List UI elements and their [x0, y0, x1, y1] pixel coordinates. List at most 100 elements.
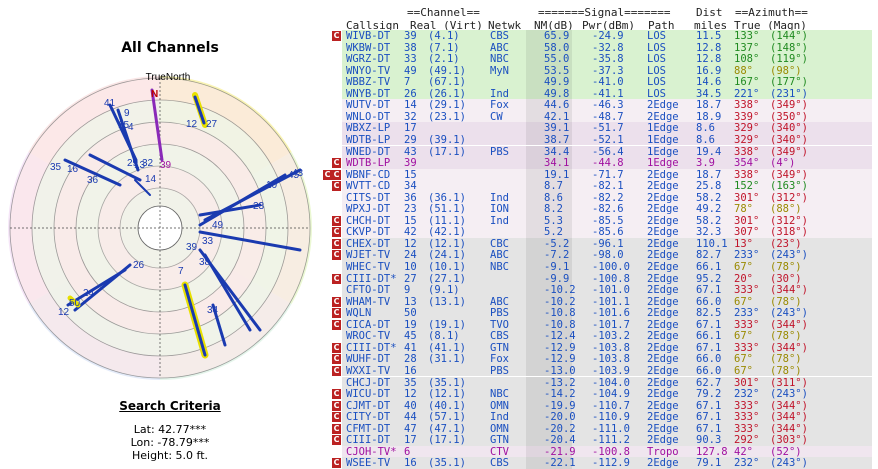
c-badge-icon[interactable]: C: [332, 215, 341, 226]
polar-label: 14: [145, 174, 157, 185]
cell-nm: 44.6: [544, 99, 570, 112]
c-badge-icon[interactable]: C: [332, 435, 341, 446]
table-row[interactable]: CFTO-DT 9 (9.1) -10.2 -101.0 2Edge 67.1 333° (34…: [330, 284, 878, 296]
c-badge-icon[interactable]: C: [332, 458, 341, 469]
table-row[interactable]: C WICU-DT 12 (12.1) NBC -14.2 -104.9 2Edge 79.2 2…: [330, 388, 878, 400]
c-badge-icon[interactable]: C: [332, 400, 341, 411]
cell-nm: 34.4: [544, 145, 570, 158]
table-row[interactable]: WNLO-DT 32 (23.1) CW 42.1 -48.7 2Edge 18.9 339° (…: [330, 110, 878, 123]
cell-path: 2Edge: [647, 203, 679, 216]
table-row[interactable]: CJOH-TV* 6 CTV -21.9 -100.8 Tropo 127.8 42° (52°…: [330, 445, 878, 458]
cell-call: WHEC-TV: [346, 261, 391, 273]
table-row[interactable]: WNED-DT 43 (17.1) PBS 34.4 -56.4 1Edge 19.4 338°…: [330, 145, 878, 158]
table-row[interactable]: C CIII-DT 17 (17.1) GTN -20.4 -111.2 2Edge 90.3 2…: [330, 434, 878, 446]
cell-pwr: -103.2: [592, 330, 630, 343]
cell-dist: 58.2: [696, 191, 722, 204]
table-row[interactable]: WKBW-DT 38 (7.1) ABC 58.0 -32.8 LOS 12.8 137° (14…: [330, 41, 878, 54]
table-row[interactable]: C WXXI-TV 16 PBS -13.0 -103.9 2Edge 66.0 67° (78°…: [330, 364, 878, 377]
c-badge-icon[interactable]: C: [332, 354, 341, 365]
c-badge-icon[interactable]: C: [332, 273, 341, 284]
c-badge-icon[interactable]: C: [332, 308, 341, 319]
c-badge-icon[interactable]: C: [332, 389, 341, 400]
polar-label: 41: [104, 98, 116, 109]
table-row[interactable]: C CHEX-DT 12 (12.1) CBC -5.2 -96.1 2Edge 110.1 13…: [330, 237, 878, 250]
cell-virt: (9.1): [428, 284, 460, 297]
c-badge-icon[interactable]: C: [332, 412, 341, 423]
table-row[interactable]: WNYB-DT 26 (26.1) Ind 49.8 -41.1 LOS 34.5 221° (2…: [330, 87, 878, 100]
cell-net: CBC: [490, 237, 509, 250]
cell-path: 2Edge: [647, 168, 679, 181]
table-row[interactable]: C CFMT-DT 47 (47.1) OMN -20.2 -111.0 2Edge 67.1 3…: [330, 422, 878, 435]
table-row[interactable]: C C WBNF-CD 15 19.1 -71.7 2Edge 18.7 338° (349°): [323, 168, 878, 181]
cell-pwr: -82.1: [592, 180, 624, 193]
table-row[interactable]: WUTV-DT 14 (29.1) Fox 44.6 -46.3 2Edge 18.7 338°…: [330, 99, 878, 111]
c-badge-icon[interactable]: C: [332, 296, 341, 307]
table-row[interactable]: C CKVP-DT 42 (42.1) 5.2 -85.6 2Edge 32.3 307° (31…: [330, 226, 878, 238]
cell-dist: 62.7: [696, 376, 722, 389]
cell-nm: 55.0: [544, 53, 570, 66]
c-badge-icon[interactable]: C: [323, 169, 332, 180]
table-row[interactable]: WNYO-TV 49 (49.1) MyN 53.5 -37.3 LOS 16.9 88° (98…: [330, 64, 878, 77]
table-row[interactable]: C WDTB-LP 39 34.1 -44.8 1Edge 3.9 354° (4°): [330, 157, 878, 169]
c-badge-icon[interactable]: C: [332, 169, 341, 180]
table-row[interactable]: C WQLN 50 PBS -10.8 -101.6 2Edge 82.5 233° (243°): [330, 307, 878, 319]
table-row[interactable]: C CIII-DT* 41 (41.1) GTN -12.9 -103.8 2Edge 67.1…: [330, 341, 878, 354]
cell-nm: -20.2: [544, 422, 576, 435]
cell-pwr: -52.1: [592, 133, 624, 146]
table-row[interactable]: C WSEE-TV 16 (35.1) CBS -22.1 -112.9 2Edge 79.1 2…: [330, 457, 878, 469]
table-row[interactable]: C WVTT-CD 34 8.7 -82.1 2Edge 25.8 152° (163°): [330, 180, 878, 192]
table-row[interactable]: C WIVB-DT 39 (4.1) CBS 65.9 -24.9 LOS 11.5 133° (1…: [330, 30, 878, 42]
table-row[interactable]: WPXJ-DT 23 (51.1) ION 8.2 -82.6 2Edge 49.2 78° (8…: [330, 203, 878, 215]
table-row[interactable]: WDTB-LP 29 (39.1) 38.7 -52.1 1Edge 8.6 329° (340…: [330, 133, 878, 146]
table-row[interactable]: WROC-TV 45 (8.1) CBS -12.4 -103.2 2Edge 66.1 67°…: [330, 330, 878, 342]
c-badge-icon[interactable]: C: [332, 250, 341, 261]
table-row[interactable]: C CIII-DT* 27 (27.1) -9.9 -100.8 2Edge 95.2 20° (…: [330, 272, 878, 285]
table-row[interactable]: WBBZ-TV 7 (67.1) 49.9 -41.0 LOS 14.6 167° (177°): [330, 76, 878, 88]
cell-nm: -12.9: [544, 341, 576, 354]
table-row[interactable]: WHEC-TV 10 (10.1) NBC -9.1 -100.0 2Edge 66.1 67°…: [330, 261, 878, 273]
cell-magn: (98°): [770, 64, 802, 77]
cell-net: NBC: [490, 261, 509, 273]
cell-call: WXXI-TV: [346, 364, 391, 377]
c-badge-icon[interactable]: C: [332, 31, 341, 41]
cell-magn: (78°): [770, 353, 802, 366]
cell-real: 36: [404, 191, 417, 204]
c-badge-icon[interactable]: C: [332, 423, 341, 434]
cell-call: WNED-DT: [346, 145, 391, 158]
cell-nm: 19.1: [544, 168, 570, 181]
table-row[interactable]: C CHCH-DT 15 (11.1) Ind 5.3 -85.5 2Edge 58.2 301°…: [330, 214, 878, 227]
table-row[interactable]: C CJMT-DT 40 (40.1) OMN -19.9 -110.7 2Edge 67.1 3…: [330, 399, 878, 412]
cell-call: WJET-TV: [346, 249, 391, 262]
table-row[interactable]: C WUHF-DT 28 (31.1) Fox -12.9 -103.8 2Edge 66.0 6…: [330, 353, 878, 365]
cell-pwr: -101.6: [592, 307, 630, 320]
table-row[interactable]: WGRZ-DT 33 (2.1) NBC 55.0 -35.8 LOS 12.8 108° (11…: [330, 53, 878, 65]
table-row[interactable]: C WHAM-TV 13 (13.1) ABC -10.2 -101.1 2Edge 66.0 6…: [330, 295, 878, 308]
cell-nm: -12.4: [544, 330, 576, 343]
c-badge-icon[interactable]: C: [332, 342, 341, 353]
cell-path: LOS: [647, 76, 666, 89]
cell-call: WBXZ-LP: [346, 122, 391, 135]
cell-true: 333°: [734, 284, 760, 297]
table-row[interactable]: WBXZ-LP 17 39.1 -51.7 1Edge 8.6 329° (340°): [330, 122, 878, 134]
table-row[interactable]: CITS-DT 36 (36.1) Ind 8.6 -82.2 2Edge 58.2 301° (…: [330, 191, 878, 204]
table-row[interactable]: C CITY-DT 44 (57.1) Ind -20.0 -110.9 2Edge 67.1 3…: [330, 411, 878, 423]
c-badge-icon[interactable]: C: [332, 181, 341, 192]
cell-virt: (51.1): [428, 203, 466, 216]
cell-pwr: -41.1: [592, 87, 624, 100]
c-badge-icon[interactable]: C: [332, 319, 341, 330]
c-badge-icon[interactable]: C: [332, 227, 341, 238]
c-badge-icon[interactable]: C: [332, 365, 341, 376]
cell-nm: 49.9: [544, 76, 570, 89]
cell-nm: 65.9: [544, 30, 570, 42]
c-badge-icon[interactable]: C: [332, 158, 341, 169]
table-row[interactable]: C CICA-DT 19 (19.1) TVO -10.8 -101.7 2Edge 67.1 3…: [330, 318, 878, 331]
table-row[interactable]: C WJET-TV 24 (24.1) ABC -7.2 -98.0 2Edge 82.7 233…: [330, 249, 878, 261]
cell-path: 2Edge: [647, 295, 679, 308]
cell-real: 29: [404, 133, 417, 146]
cell-call: CJOH-TV*: [346, 445, 397, 458]
cell-true: 233°: [734, 307, 760, 320]
table-row[interactable]: CHCJ-DT 35 (35.1) -13.2 -104.0 2Edge 62.7 301° (…: [330, 376, 878, 389]
cell-path: 2Edge: [647, 388, 679, 401]
cell-magn: (163°): [770, 180, 808, 193]
c-badge-icon[interactable]: C: [332, 238, 341, 249]
